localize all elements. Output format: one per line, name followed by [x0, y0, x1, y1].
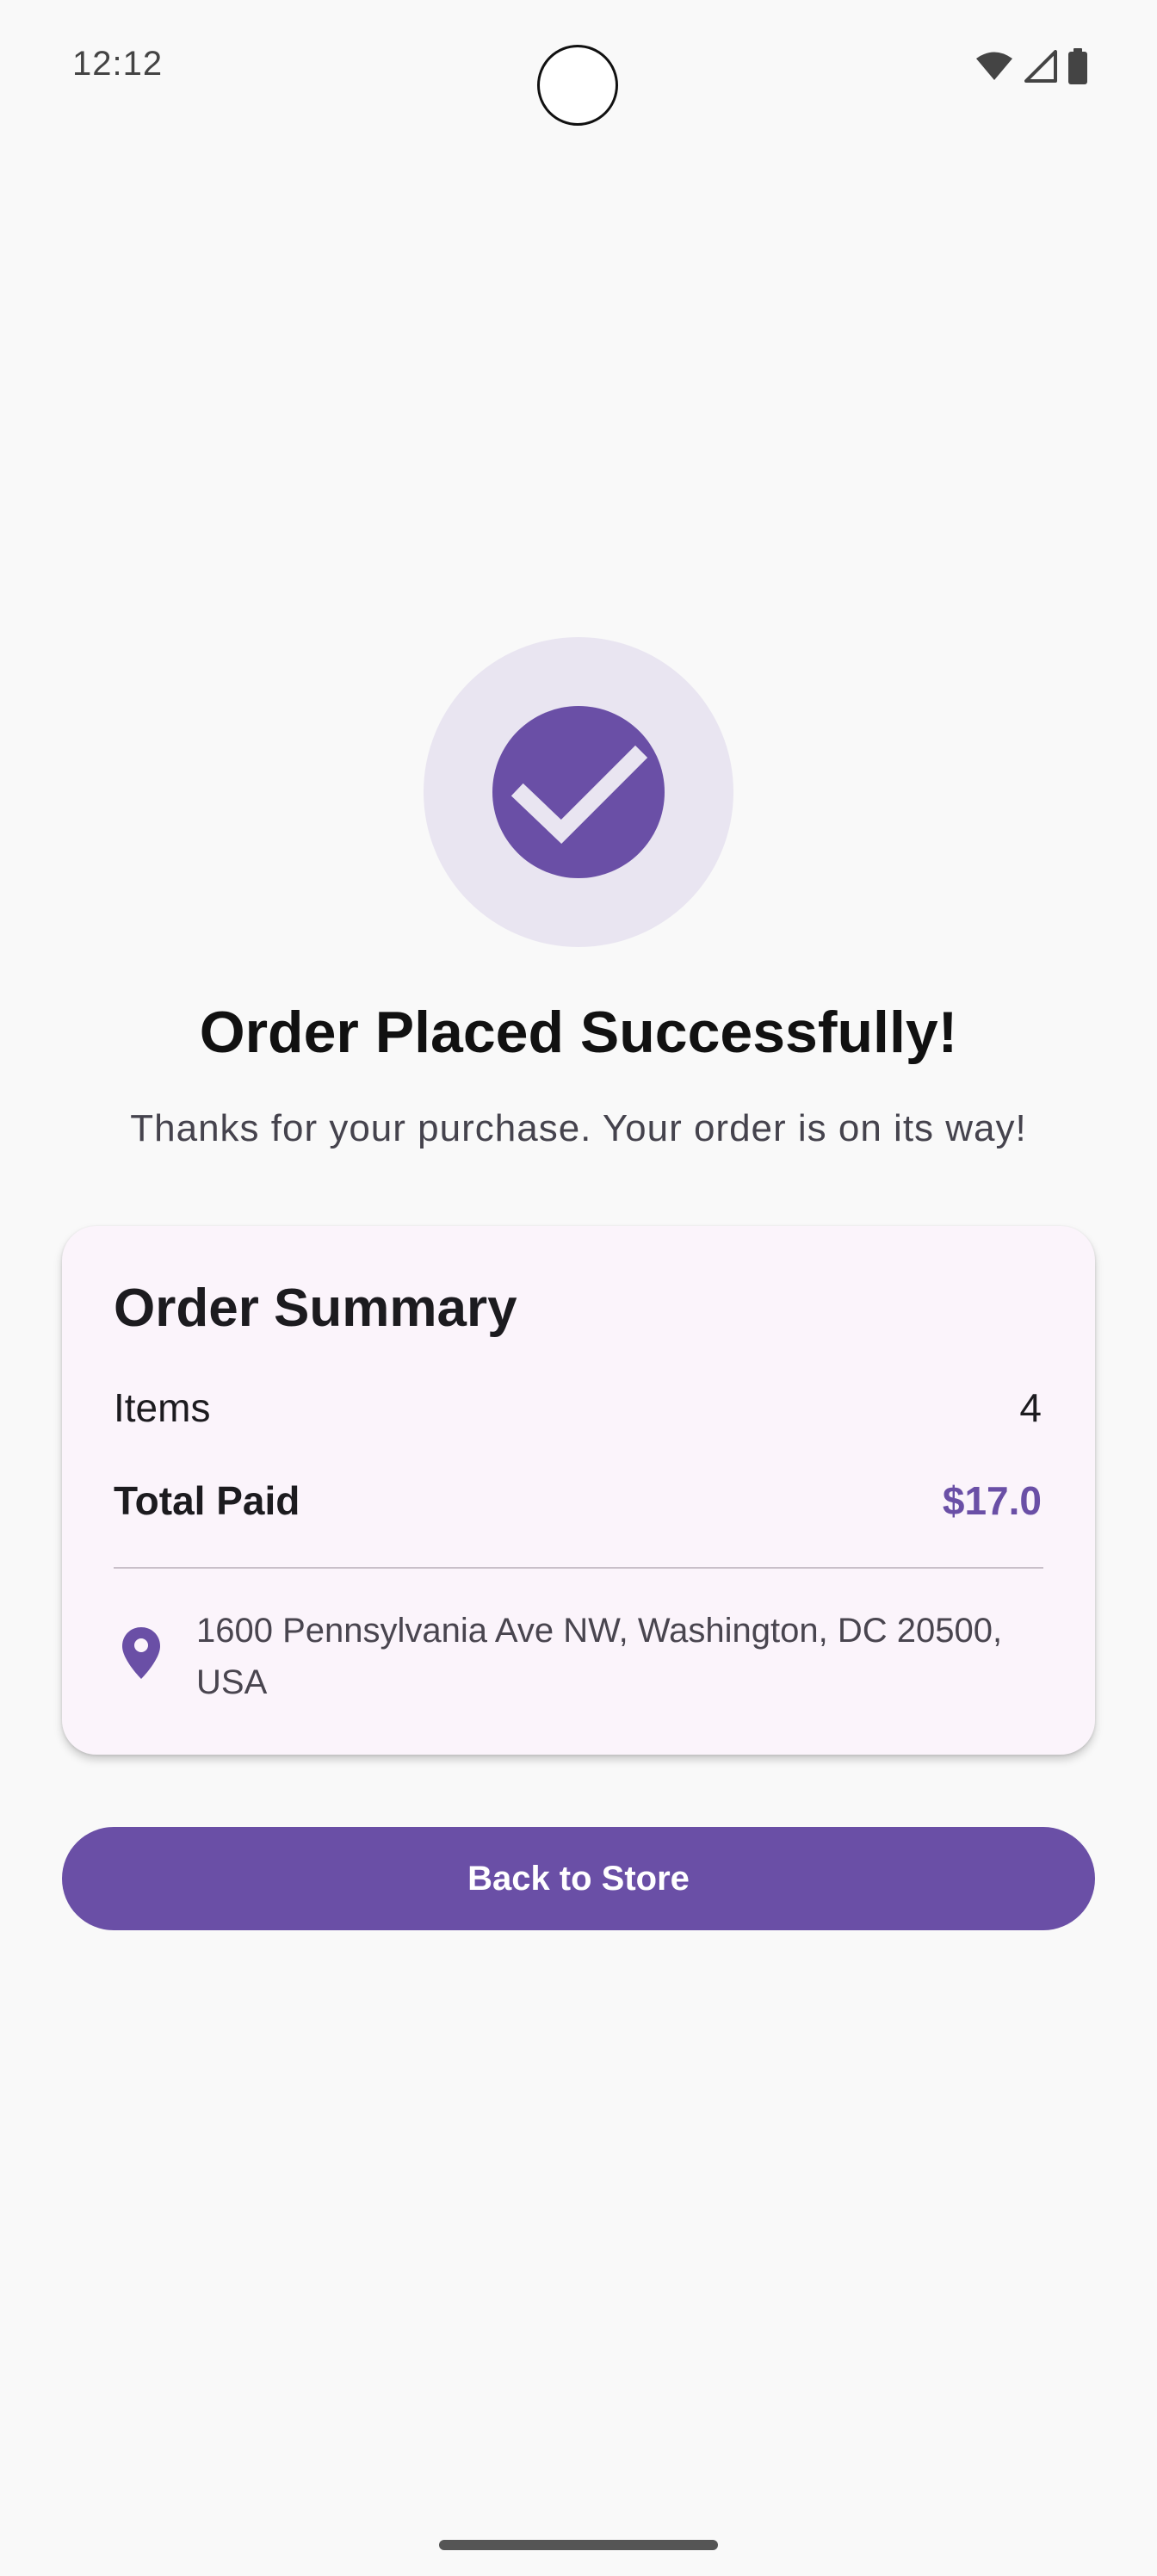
status-time: 12:12 [72, 45, 164, 83]
divider [114, 1567, 1043, 1569]
order-summary-card: Order Summary Items 4 Total Paid $17.0 1… [62, 1226, 1095, 1755]
success-badge [424, 637, 733, 947]
shipping-address: 1600 Pennsylvania Ave NW, Washington, DC… [196, 1612, 1003, 1701]
location-pin-icon [121, 1625, 162, 1685]
page-subtitle: Thanks for your purchase. Your order is … [130, 1107, 1027, 1149]
card-title: Order Summary [114, 1279, 517, 1338]
total-paid-value: $17.0 [942, 1478, 1042, 1523]
page-title: Order Placed Successfully! [199, 1000, 958, 1065]
items-label: Items [114, 1385, 211, 1430]
camera-cutout [537, 45, 618, 126]
status-bar: 12:12 [0, 0, 1157, 138]
back-to-store-button[interactable]: Back to Store [62, 1827, 1095, 1930]
total-paid-label: Total Paid [114, 1478, 300, 1523]
check-icon [492, 706, 665, 878]
order-success-screen: 12:12 Order Placed Successfully! Thanks … [0, 0, 1157, 2576]
home-indicator[interactable] [439, 2540, 718, 2550]
status-icons [974, 48, 1088, 84]
cell-signal-icon [1024, 50, 1057, 83]
items-value: 4 [1019, 1385, 1042, 1430]
battery-icon [1067, 48, 1088, 84]
wifi-icon [974, 51, 1014, 82]
